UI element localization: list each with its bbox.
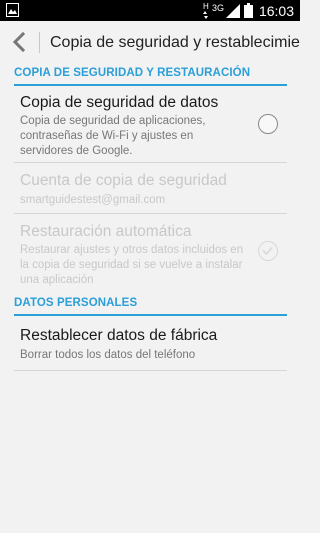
checkmark-icon [262,246,273,256]
image-notification-icon [6,3,19,22]
chevron-left-icon [12,31,26,53]
auto-restore-checkbox [258,241,278,261]
row-divider [14,162,287,163]
row-divider [14,370,287,371]
back-button[interactable] [10,31,30,53]
battery-icon [243,3,253,18]
action-bar: Copia de seguridad y restablecimiento [0,21,300,63]
section-divider [14,84,287,86]
setting-summary: Copia de seguridad de aplicaciones, cont… [20,115,206,157]
setting-summary: smartguidestest@gmail.com [20,194,166,206]
row-divider [14,213,287,214]
section-header-personal-data: DATOS PERSONALES [14,297,138,309]
setting-title: Restauración automática [20,223,192,240]
status-icons: H 3G 16:03 [202,0,294,21]
setting-title: Cuenta de copia de seguridad [20,172,227,189]
setting-title: Copia de seguridad de datos [20,94,219,111]
network-type: 3G [211,2,224,13]
section-divider [14,314,287,316]
backup-data-checkbox[interactable] [258,114,278,134]
action-bar-divider [39,32,40,53]
status-bar: H 3G 16:03 [0,0,300,21]
section-header-backup: COPIA DE SEGURIDAD Y RESTAURACIÓN [14,67,251,79]
status-clock: 16:03 [258,2,294,19]
signal-icon [225,3,240,18]
setting-summary: Restaurar ajustes y otros datos incluido… [20,244,244,286]
setting-title: Restablecer datos de fábrica [20,327,218,344]
page-title: Copia de seguridad y restablecimiento [50,34,300,51]
data-arrows-icon [202,10,208,19]
roaming-indicator: H [203,1,209,11]
setting-summary: Borrar todos los datos del teléfono [20,349,196,361]
